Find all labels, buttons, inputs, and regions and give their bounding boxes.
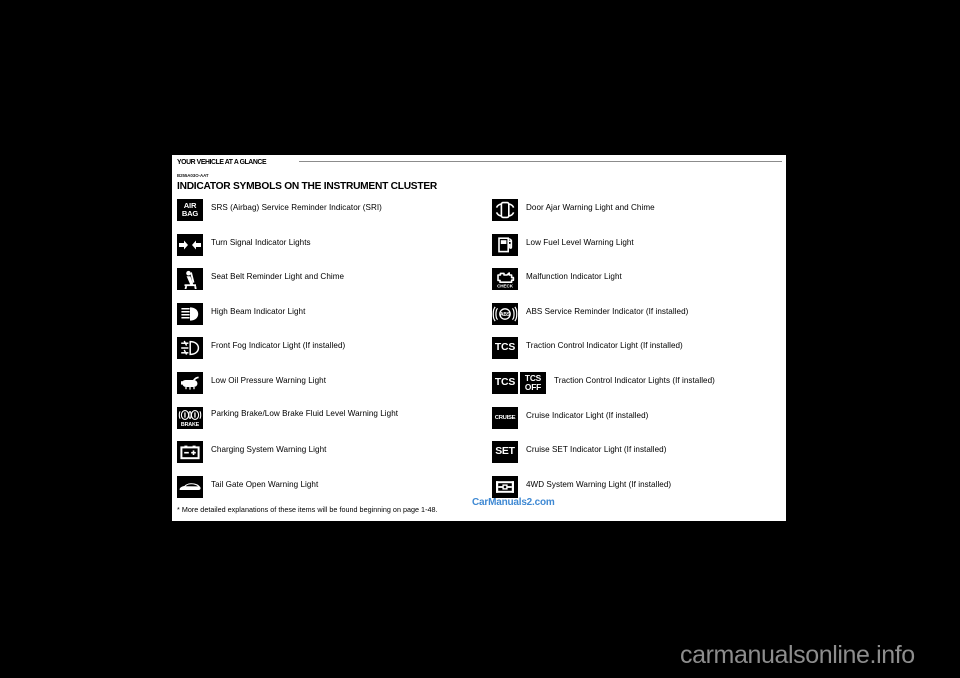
bottom-watermark: carmanualsonline.info <box>680 641 915 669</box>
icon-group: CHECK <box>492 268 518 291</box>
list-item-label: Seat Belt Reminder Light and Chime <box>211 272 345 282</box>
list-item-label: Front Fog Indicator Light (If installed) <box>211 341 346 351</box>
list-item-label: Cruise Indicator Light (If installed) <box>526 410 649 420</box>
list-item: ABS ABS Service Reminder Indicator (If i… <box>492 302 784 338</box>
inner-watermark: CarManuals2.com <box>472 497 555 508</box>
icon-group: ABS <box>492 302 518 325</box>
low-fuel-icon <box>492 233 518 256</box>
icon-group <box>177 441 203 464</box>
list-item: Charging System Warning Light <box>177 441 477 476</box>
list-item: AIR BAG SRS (Airbag) Service Reminder In… <box>177 199 477 234</box>
list-item: Door Ajar Warning Light and Chime <box>492 199 784 234</box>
icon-group: SET <box>492 441 518 464</box>
icon-group <box>492 475 518 498</box>
list-item-label: High Beam Indicator Light <box>211 306 306 316</box>
turn-signal-icon <box>177 233 203 256</box>
list-item: SET Cruise SET Indicator Light (If insta… <box>492 441 784 476</box>
list-item: Low Oil Pressure Warning Light <box>177 371 477 407</box>
list-item-label: Turn Signal Indicator Lights <box>211 237 311 247</box>
icon-group <box>177 268 203 291</box>
list-item: Front Fog Indicator Light (If installed) <box>177 337 477 372</box>
door-ajar-icon <box>492 199 518 221</box>
tcs-icon: TCS <box>492 371 518 394</box>
tail-gate-open-icon <box>177 475 203 498</box>
icon-group <box>492 199 518 221</box>
list-item: TCS Traction Control Indicator Light (If… <box>492 337 784 372</box>
parking-brake-icon: BRAKE <box>177 406 203 429</box>
cruise-icon-text: CRUISE <box>494 414 516 421</box>
abs-icon: ABS <box>492 302 518 325</box>
page-title: INDICATOR SYMBOLS ON THE INSTRUMENT CLUS… <box>177 181 437 192</box>
svg-text:CHECK: CHECK <box>497 284 514 289</box>
tcs-off-icon: TCS OFF <box>520 371 546 394</box>
list-item-label: Traction Control Indicator Light (If ins… <box>526 341 683 351</box>
list-item-label: 4WD System Warning Light (If installed) <box>526 479 672 489</box>
icon-group <box>177 302 203 325</box>
front-fog-icon <box>177 337 203 360</box>
icon-group <box>492 233 518 256</box>
battery-charging-icon <box>177 441 203 464</box>
seat-belt-icon <box>177 268 203 291</box>
icon-group: BRAKE <box>177 406 203 429</box>
icon-group <box>177 371 203 394</box>
list-item: CHECK Malfunction Indicator Light <box>492 268 784 303</box>
tcs-icon-text: TCS <box>494 342 516 354</box>
list-item: Turn Signal Indicator Lights <box>177 233 477 269</box>
list-item-label: SRS (Airbag) Service Reminder Indicator … <box>211 203 382 212</box>
list-item: BRAKE Parking Brake/Low Brake Fluid Leve… <box>177 406 477 442</box>
four-wd-icon <box>492 475 518 498</box>
list-item: Low Fuel Level Warning Light <box>492 233 784 269</box>
list-item-label: Parking Brake/Low Brake Fluid Level Warn… <box>211 408 399 418</box>
low-oil-pressure-icon <box>177 371 203 394</box>
svg-text:ABS: ABS <box>500 312 511 318</box>
high-beam-icon <box>177 302 203 325</box>
icon-group <box>177 475 203 498</box>
cruise-set-icon: SET <box>492 441 518 464</box>
list-item-label: Charging System Warning Light <box>211 445 327 455</box>
running-header: YOUR VEHICLE AT A GLANCE <box>177 157 782 169</box>
manual-page: YOUR VEHICLE AT A GLANCE B255A03O-AAT IN… <box>172 155 786 521</box>
list-item: CRUISE Cruise Indicator Light (If instal… <box>492 406 784 442</box>
svg-text:BRAKE: BRAKE <box>181 422 200 428</box>
list-item-label: Door Ajar Warning Light and Chime <box>526 203 655 212</box>
icon-group <box>177 233 203 256</box>
footnote: * More detailed explanations of these it… <box>177 505 438 514</box>
list-item-label: Low Oil Pressure Warning Light <box>211 375 327 385</box>
tcs-icon: TCS <box>492 337 518 360</box>
icon-group: CRUISE <box>492 406 518 429</box>
list-item: Seat Belt Reminder Light and Chime <box>177 268 477 303</box>
indicator-list-left: AIR BAG SRS (Airbag) Service Reminder In… <box>177 199 477 510</box>
icon-group: TCS <box>492 337 518 360</box>
running-header-title: YOUR VEHICLE AT A GLANCE <box>177 157 267 166</box>
cruise-set-icon-text: SET <box>495 445 515 457</box>
list-item: TCS TCS OFF Traction Control Indicator L… <box>492 371 784 407</box>
list-item-label: Traction Control Indicator Lights (If in… <box>554 375 715 385</box>
tcs-icon-text: TCS <box>494 376 516 388</box>
section-code: B255A03O-AAT <box>177 173 209 178</box>
cruise-icon: CRUISE <box>492 406 518 429</box>
airbag-icon: AIR BAG <box>177 199 203 221</box>
list-item-label: Malfunction Indicator Light <box>526 272 622 282</box>
tcs-off-icon-line2: OFF <box>524 381 542 392</box>
icon-group: TCS TCS OFF <box>492 371 546 394</box>
indicator-list-right: Door Ajar Warning Light and Chime Low Fu… <box>492 199 784 510</box>
list-item-label: Cruise SET Indicator Light (If installed… <box>526 445 667 455</box>
list-item-label: Low Fuel Level Warning Light <box>526 237 634 247</box>
check-engine-icon: CHECK <box>492 268 518 291</box>
icon-group: AIR BAG <box>177 199 203 221</box>
airbag-icon-line2: BAG <box>181 209 199 218</box>
list-item-label: Tail Gate Open Warning Light <box>211 479 319 489</box>
header-divider <box>299 161 782 162</box>
list-item: High Beam Indicator Light <box>177 302 477 338</box>
icon-group <box>177 337 203 360</box>
list-item-label: ABS Service Reminder Indicator (If insta… <box>526 306 689 316</box>
